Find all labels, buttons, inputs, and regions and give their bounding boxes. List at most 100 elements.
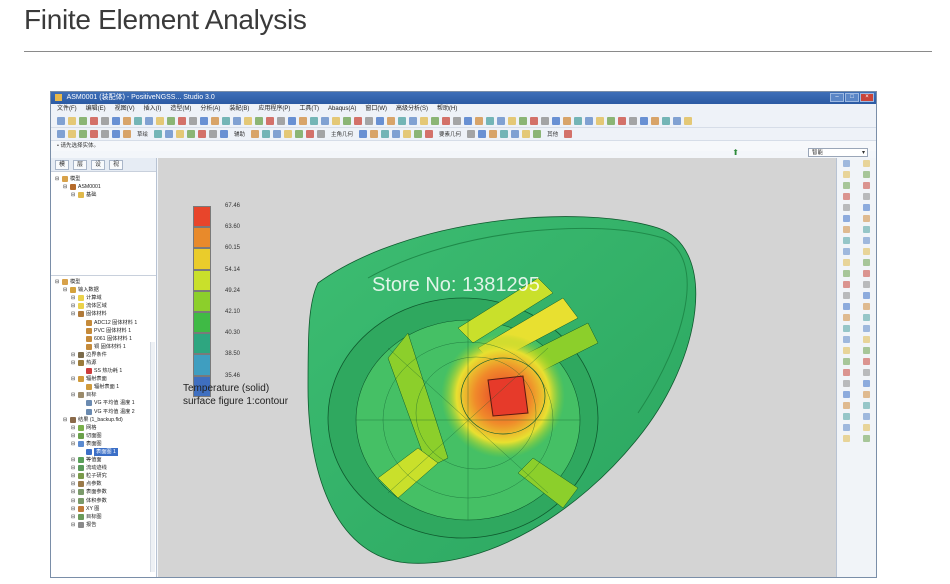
sketch-tool-icon[interactable] [862,347,870,354]
toolbar-icon[interactable] [295,130,304,138]
selection-filter-dropdown[interactable]: 智能 [808,148,868,157]
tree-item[interactable]: ⊟ 表面图 [51,440,156,448]
toolbar-icon[interactable] [262,130,271,138]
toolbar-icon[interactable] [244,117,252,125]
tree-item[interactable]: ⊟ 边界条件 [51,351,156,359]
expand-toggle-icon[interactable]: ⊟ [63,286,68,294]
toolbar-icon[interactable] [607,117,615,125]
expand-toggle-icon[interactable]: ⊟ [71,497,76,505]
menu-analysis[interactable]: 分析(A) [200,104,220,115]
tree-item[interactable]: ⊟ 目标图 [51,513,156,521]
sketch-tool-icon[interactable] [843,281,851,288]
tree-item[interactable]: VG 平均值 温度 2 [51,408,156,416]
tree-item[interactable]: PVC 固体材料 1 [51,327,156,335]
toolbar-icon[interactable] [574,117,582,125]
sketch-tool-icon[interactable] [843,204,851,211]
sketch-tool-icon[interactable] [862,391,870,398]
toolbar-label[interactable]: 要素几何 [439,130,461,138]
menu-help[interactable]: 帮助(H) [437,104,457,115]
toolbar-icon[interactable] [90,130,98,138]
sketch-tool-icon[interactable] [843,193,851,200]
expand-toggle-icon[interactable]: ⊟ [71,391,76,399]
toolbar-icon[interactable] [376,117,384,125]
sketch-tool-icon[interactable] [862,171,870,178]
sketch-tool-icon[interactable] [862,336,870,343]
toolbar-icon[interactable] [478,130,487,138]
sketch-tool-icon[interactable] [862,435,870,442]
sketch-tool-icon[interactable] [843,237,851,244]
toolbar-icon[interactable] [176,130,185,138]
sketch-tool-icon[interactable] [843,369,851,376]
sketch-tool-icon[interactable] [843,424,851,431]
toolbar-icon[interactable] [332,117,340,125]
expand-toggle-icon[interactable]: ⊟ [71,472,76,480]
toolbar-icon[interactable] [392,130,401,138]
sketch-tool-icon[interactable] [862,160,870,167]
expand-toggle-icon[interactable]: ⊟ [55,175,60,183]
toolbar-icon[interactable] [266,117,274,125]
3d-viewport[interactable]: 67.46 63.60 60.15 54.14 49.24 42.10 40.3… [158,158,838,577]
sketch-tool-icon[interactable] [862,248,870,255]
toolbar-icon[interactable] [519,117,527,125]
expand-toggle-icon[interactable]: ⊟ [71,456,76,464]
sketch-tool-icon[interactable] [862,369,870,376]
toolbar-icon[interactable] [409,117,417,125]
expand-toggle-icon[interactable]: ⊟ [71,302,76,310]
tree-item[interactable]: ⊟ 结果 (1_backup.fld) [51,416,156,424]
tree-item[interactable]: SS 热功耗 1 [51,367,156,375]
toolbar-icon[interactable] [198,130,207,138]
toolbar-icon[interactable] [187,130,196,138]
menu-window[interactable]: 窗口(W) [365,104,387,115]
toolbar-icon[interactable] [453,117,461,125]
sketch-tool-icon[interactable] [862,259,870,266]
sketch-tool-icon[interactable] [862,270,870,277]
expand-toggle-icon[interactable]: ⊟ [71,310,76,318]
toolbar-icon[interactable] [90,117,98,125]
sketch-tool-icon[interactable] [843,259,851,266]
sketch-tool-icon[interactable] [843,380,851,387]
sketch-tool-icon[interactable] [862,325,870,332]
tree-item[interactable]: ⊟ 报告 [51,521,156,529]
toolbar-icon[interactable] [123,117,131,125]
expand-toggle-icon[interactable]: ⊟ [63,183,68,191]
sketch-tool-icon[interactable] [862,292,870,299]
toolbar-icon[interactable] [222,117,230,125]
toolbar-icon[interactable] [475,117,483,125]
expand-toggle-icon[interactable]: ⊟ [71,351,76,359]
toolbar-icon[interactable] [68,130,76,138]
tree-item[interactable]: 铜 固体材料 1 [51,343,156,351]
tree-item[interactable]: ⊟ 模型 [51,278,156,286]
window-titlebar[interactable]: ASM0001 (装配体) - PositiveNGSS... Studio 3… [51,92,876,104]
toolbar-icon[interactable] [284,130,293,138]
tree-item[interactable]: ⊟ 输入数据 [51,286,156,294]
toolbar-icon[interactable] [370,130,379,138]
toolbar-icon[interactable] [387,117,395,125]
toolbar-icon[interactable] [464,117,472,125]
sketch-tool-icon[interactable] [843,336,851,343]
toolbar-icon[interactable] [662,117,670,125]
sketch-tool-icon[interactable] [843,215,851,222]
menu-assembly[interactable]: 装配(B) [229,104,249,115]
sketch-tool-icon[interactable] [843,402,851,409]
tree-item[interactable]: ⊟ 切面图 [51,432,156,440]
sketch-tool-icon[interactable] [843,270,851,277]
sketch-tool-icon[interactable] [843,303,851,310]
toolbar-icon[interactable] [508,117,516,125]
expand-toggle-icon[interactable]: ⊟ [71,513,76,521]
tree-item[interactable]: ⊟ 目标 [51,391,156,399]
sketch-tool-icon[interactable] [843,435,851,442]
toolbar-icon[interactable] [398,117,406,125]
tree-item[interactable]: ⊟ 计算域 [51,294,156,302]
tree-item[interactable]: ⊟ 流动迹线 [51,464,156,472]
tree-item[interactable]: ⊟ 基础 [51,191,156,199]
toolbar-icon[interactable] [101,117,109,125]
tree-item[interactable]: ⊟ 辐射表面 [51,375,156,383]
toolbar-icon[interactable] [57,117,65,125]
toolbar-icon[interactable] [442,117,450,125]
tree-item[interactable]: ⊟ ASM0001 [51,183,156,191]
toolbar-icon[interactable] [640,117,648,125]
sketch-tool-icon[interactable] [862,413,870,420]
toolbar-icon[interactable] [431,117,439,125]
tree-item[interactable]: 辐射表面 1 [51,383,156,391]
toolbar-icon[interactable] [359,130,368,138]
